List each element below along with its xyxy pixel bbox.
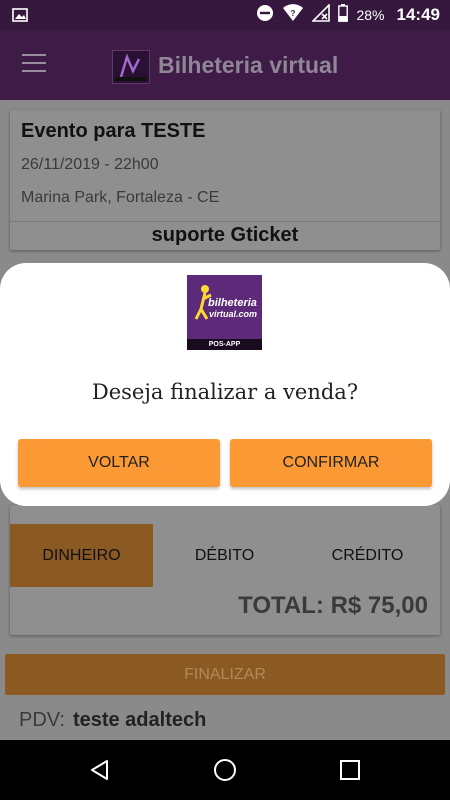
confirmar-button[interactable]: CONFIRMAR [230, 439, 432, 487]
home-icon[interactable] [213, 758, 237, 782]
do-not-disturb-icon [256, 4, 274, 27]
status-bar: ? 28% 14:49 [0, 0, 450, 30]
app-title: Bilheteria virtual [158, 52, 339, 78]
logo-strip: POS-APP [187, 339, 262, 350]
event-title: Evento para TESTE [21, 120, 206, 142]
menu-icon[interactable] [22, 54, 46, 74]
image-icon [12, 7, 28, 28]
total-amount: TOTAL: R$ 75,00 [238, 592, 428, 619]
pdv-value: teste adaltech [72, 709, 207, 731]
voltar-button[interactable]: VOLTAR [18, 439, 220, 487]
logo-text-line1: bilheteria [208, 297, 257, 309]
divider [10, 221, 440, 222]
no-signal-icon [311, 2, 331, 27]
app-bar: Bilheteria virtual [0, 30, 450, 100]
battery-icon [338, 3, 349, 27]
app-logo [112, 50, 150, 84]
recent-apps-icon[interactable] [338, 758, 362, 782]
payment-tab-dinheiro[interactable]: DINHEIRO [10, 524, 153, 587]
dialog-message: Deseja finalizar a venda? [91, 380, 359, 404]
payment-tab-debito[interactable]: DÉBITO [153, 524, 296, 587]
event-location: Marina Park, Fortaleza - CE [21, 189, 220, 206]
wifi-icon: ? [282, 3, 304, 27]
logo-text-line2: virtual.com [209, 309, 258, 319]
payment-tab-credito[interactable]: CRÉDITO [296, 524, 439, 587]
battery-percent: 28% [356, 7, 385, 23]
clock: 14:49 [396, 5, 440, 24]
support-link[interactable]: suporte Gticket [10, 224, 440, 247]
payment-methods: DINHEIRO DÉBITO CRÉDITO [10, 524, 440, 587]
back-icon[interactable] [88, 758, 112, 782]
finalize-button[interactable]: FINALIZAR [5, 654, 445, 695]
confirm-dialog: bilheteria virtual.com POS-APP Deseja fi… [0, 263, 450, 506]
svg-text:?: ? [291, 9, 296, 18]
dialog-logo: bilheteria virtual.com POS-APP [187, 275, 262, 350]
event-card: Evento para TESTE 26/11/2019 - 22h00 Mar… [10, 110, 440, 250]
nav-bar [0, 740, 450, 800]
payment-card: DINHEIRO DÉBITO CRÉDITO TOTAL: R$ 75,00 [10, 505, 440, 635]
pdv-label: PDV: [19, 709, 65, 731]
pdv-info: PDV: teste adaltech [19, 709, 206, 732]
event-date: 26/11/2019 - 22h00 [21, 156, 159, 173]
